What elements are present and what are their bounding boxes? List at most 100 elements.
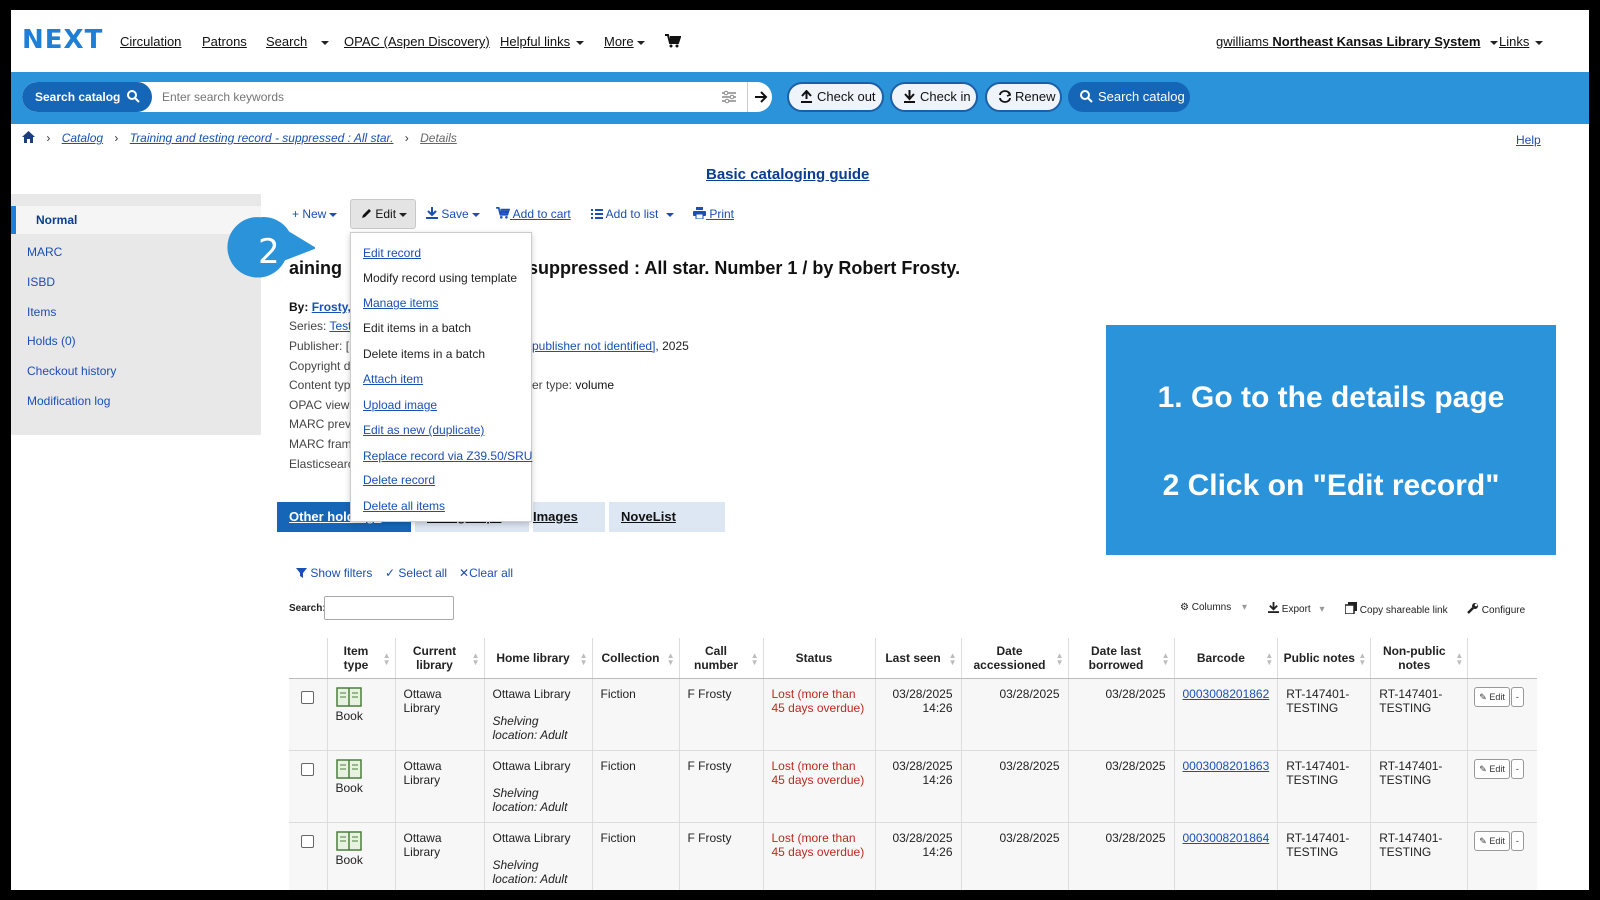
row-more-button[interactable]: -	[1510, 758, 1524, 779]
holdings-panel: Show filters ✓ Select all ✕Clear all Sea…	[277, 532, 1577, 890]
search-input[interactable]	[162, 82, 702, 112]
search-submit-button[interactable]	[747, 82, 772, 112]
barcode-cell: 0003008201863	[1174, 750, 1279, 823]
menu-delete-record[interactable]: Delete record	[363, 473, 435, 487]
renew-button[interactable]: Renew	[985, 82, 1062, 112]
header-nonpublic-notes[interactable]: Non-public notes ▲ ▼	[1370, 638, 1469, 679]
header-call-number[interactable]: Call number ▲ ▼	[679, 638, 764, 679]
header-label: Item type	[343, 643, 369, 672]
menu-delete-items-batch[interactable]: Delete items in a batch	[363, 347, 485, 361]
header-public-notes[interactable]: Public notes ▲ ▼	[1277, 638, 1372, 679]
print-button[interactable]: Print	[693, 207, 734, 221]
header-label: Status	[795, 650, 833, 665]
menu-edit-as-new[interactable]: Edit as new (duplicate)	[363, 423, 484, 437]
header-last-seen[interactable]: Last seen ▲ ▼	[875, 638, 962, 679]
header-collection[interactable]: Collection ▲ ▼	[592, 638, 680, 679]
sidebar-item-items[interactable]: Items	[27, 305, 56, 319]
cart-icon[interactable]	[665, 34, 681, 48]
row-checkbox[interactable]	[301, 690, 315, 704]
publisher-label: Publisher: [P	[289, 339, 358, 353]
help-link[interactable]: Help	[1516, 133, 1541, 147]
header-current-library[interactable]: Current library ▲ ▼	[395, 638, 485, 679]
show-filters-button[interactable]: Show filters	[296, 566, 372, 580]
nav-search[interactable]: Search	[266, 34, 330, 49]
menu-edit-items-batch[interactable]: Edit items in a batch	[363, 321, 471, 335]
check-in-button[interactable]: Check in	[890, 82, 978, 112]
add-to-list-button[interactable]: Add to list	[591, 207, 675, 221]
menu-edit-record[interactable]: Edit record	[363, 246, 421, 260]
search-catalog-button[interactable]: Search catalog	[1068, 82, 1190, 112]
barcode-link[interactable]: 0003008201863	[1183, 759, 1270, 773]
search-scope-button[interactable]: Search catalog	[22, 82, 152, 112]
select-all-button[interactable]: ✓ Select all	[385, 566, 447, 580]
user-menu[interactable]: gwilliams Northeast Kansas Library Syste…	[1216, 34, 1499, 49]
nav-circulation[interactable]: Circulation	[120, 34, 181, 49]
copy-shareable-link-button[interactable]: Copy shareable link	[1344, 602, 1448, 616]
app-logo[interactable]: NEXT	[22, 25, 103, 55]
instruction-step-1: 1. Go to the details page	[1157, 381, 1505, 414]
menu-replace-record[interactable]: Replace record via Z39.50/SRU	[363, 449, 532, 463]
row-checkbox[interactable]	[301, 762, 315, 776]
header-item-type[interactable]: Item type ▲ ▼	[327, 638, 396, 679]
nav-links[interactable]: Links	[1499, 34, 1544, 49]
nav-helpful-links[interactable]: Helpful links	[500, 34, 585, 49]
library-name: Northeast Kansas Library System	[1272, 34, 1481, 49]
menu-manage-items[interactable]: Manage items	[363, 296, 438, 310]
menu-delete-all-items[interactable]: Delete all items	[363, 499, 445, 513]
header-date-accessioned[interactable]: Date accessioned ▲ ▼	[961, 638, 1069, 679]
sort-icon: ▲ ▼	[750, 651, 759, 667]
menu-upload-image[interactable]: Upload image	[363, 398, 437, 412]
header-label: Last seen	[885, 650, 941, 665]
columns-button[interactable]: ⚙ Columns ▾	[1180, 602, 1247, 613]
row-edit-button[interactable]: ✎ Edit	[1474, 830, 1510, 851]
row-checkbox[interactable]	[301, 834, 315, 848]
row-more-button[interactable]: -	[1510, 686, 1524, 707]
breadcrumb-catalog[interactable]: Catalog	[62, 131, 103, 145]
sidebar-item-checkout-history[interactable]: Checkout history	[27, 364, 116, 378]
clear-all-button[interactable]: ✕Clear all	[459, 566, 513, 580]
search-options-icon[interactable]	[722, 90, 736, 104]
breadcrumb-record[interactable]: Training and testing record - suppressed…	[130, 131, 394, 145]
header-home-library[interactable]: Home library ▲ ▼	[484, 638, 593, 679]
publisher-link[interactable]: publisher not identified]	[532, 339, 655, 353]
barcode-link[interactable]: 0003008201862	[1183, 687, 1270, 701]
header-date-last-borrowed[interactable]: Date last borrowed ▲ ▼	[1068, 638, 1175, 679]
nav-opac[interactable]: OPAC (Aspen Discovery)	[344, 34, 490, 49]
actions-cell: ✎ Edit -	[1467, 678, 1537, 751]
header-status[interactable]: Status	[763, 638, 876, 679]
step-callout: 2	[223, 210, 315, 296]
tab-novelist[interactable]: NoveList Select	[609, 502, 725, 554]
add-to-cart-button[interactable]: Add to cart	[496, 207, 571, 221]
renew-icon	[999, 90, 1012, 103]
configure-button[interactable]: Configure	[1467, 602, 1525, 616]
export-button[interactable]: Export ▾	[1268, 602, 1325, 615]
table-search-input[interactable]	[324, 596, 454, 620]
barcode-link[interactable]: 0003008201864	[1183, 831, 1270, 845]
home-icon[interactable]	[22, 131, 35, 143]
row-edit-button[interactable]: ✎ Edit	[1474, 758, 1510, 779]
tab-images[interactable]: Images (0)	[533, 502, 605, 554]
menu-modify-using-template[interactable]: Modify record using template	[363, 271, 517, 285]
current-library: Ottawa Library	[395, 750, 485, 823]
check-out-button[interactable]: Check out	[787, 82, 884, 112]
sidebar-item-modification-log[interactable]: Modification log	[27, 394, 110, 408]
search-bar: Search catalog Check out Check in Renew …	[11, 72, 1589, 124]
edit-button[interactable]: Edit	[350, 199, 416, 229]
nav-patrons[interactable]: Patrons	[202, 34, 247, 49]
sidebar-item-holds[interactable]: Holds (0)	[27, 334, 76, 348]
sidebar-item-marc[interactable]: MARC	[27, 245, 62, 259]
row-edit-button[interactable]: ✎ Edit	[1474, 686, 1510, 707]
cataloging-guide-link[interactable]: Basic cataloging guide	[706, 166, 869, 183]
item-status: Lost (more than 45 days overdue)	[763, 750, 876, 823]
row-more-button[interactable]: -	[1510, 830, 1524, 851]
sidebar-item-isbd[interactable]: ISBD	[27, 275, 55, 289]
nav-more[interactable]: More	[604, 34, 645, 49]
export-label: Export	[1281, 604, 1311, 615]
save-button[interactable]: Save	[426, 207, 480, 221]
step-number: 2	[258, 232, 280, 272]
header-barcode[interactable]: Barcode ▲ ▼	[1174, 638, 1279, 679]
breadcrumb-separator: ›	[114, 131, 119, 145]
header-label: Call number	[693, 643, 738, 672]
menu-attach-item[interactable]: Attach item	[363, 372, 423, 386]
home-library: Ottawa Library	[492, 686, 571, 701]
